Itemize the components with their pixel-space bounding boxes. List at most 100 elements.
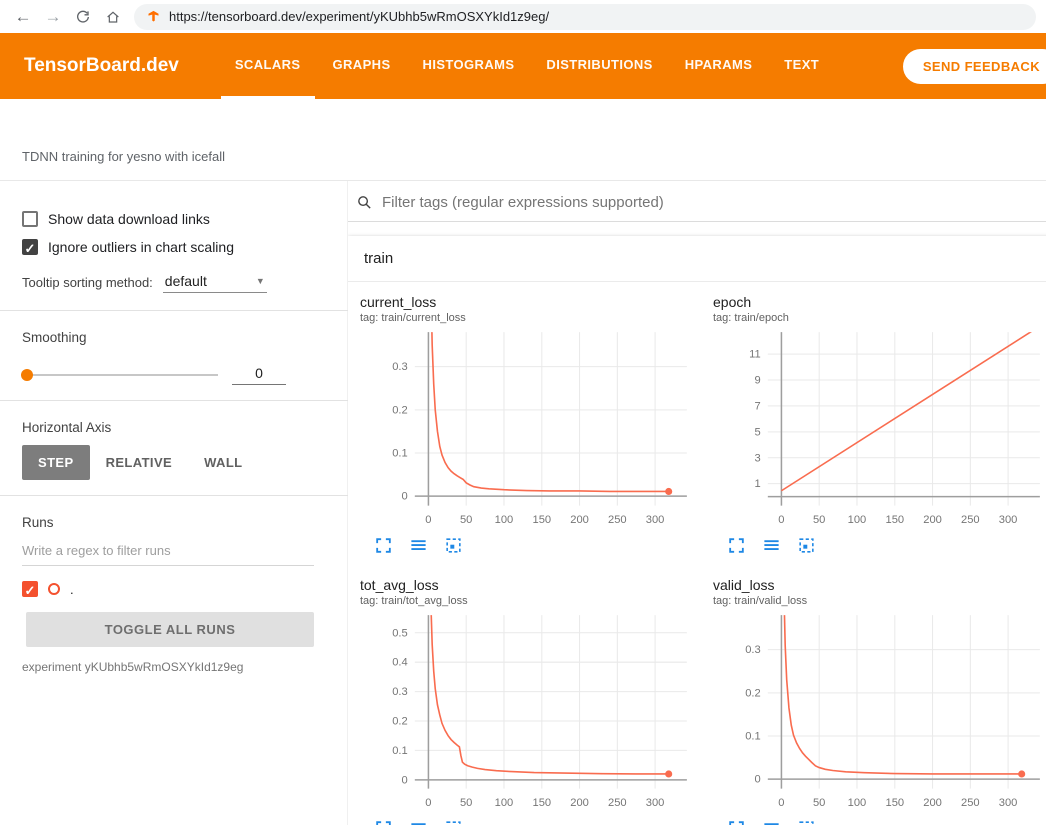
experiment-description-block: TDNN training for yesno with icefall bbox=[0, 99, 1046, 181]
forward-icon[interactable]: → bbox=[40, 4, 66, 30]
svg-text:150: 150 bbox=[533, 514, 552, 526]
chart-title: valid_loss bbox=[713, 577, 1046, 593]
svg-text:3: 3 bbox=[755, 452, 761, 464]
reload-icon[interactable] bbox=[70, 4, 96, 30]
runs-filter-input[interactable] bbox=[22, 536, 314, 566]
svg-text:0.2: 0.2 bbox=[745, 687, 761, 699]
slider-thumb[interactable] bbox=[21, 369, 33, 381]
ignore-outliers-checkbox[interactable] bbox=[22, 239, 38, 255]
svg-text:0.1: 0.1 bbox=[392, 745, 408, 757]
svg-text:5: 5 bbox=[755, 426, 761, 438]
chart-plot[interactable]: 05010015020025030000.10.20.3 bbox=[360, 326, 695, 534]
settings-sidebar: Show data download links Ignore outliers… bbox=[0, 181, 348, 825]
chart-actions bbox=[360, 534, 695, 561]
toggle-all-runs-button[interactable]: TOGGLE ALL RUNS bbox=[26, 612, 314, 647]
tab-hparams[interactable]: HPARAMS bbox=[671, 33, 767, 99]
svg-text:50: 50 bbox=[460, 797, 472, 809]
url-text: https://tensorboard.dev/experiment/yKUbh… bbox=[169, 9, 549, 24]
chart-tag: tag: train/epoch bbox=[713, 312, 1046, 324]
svg-text:100: 100 bbox=[848, 797, 867, 809]
svg-text:150: 150 bbox=[533, 797, 552, 809]
svg-text:0.2: 0.2 bbox=[392, 404, 408, 416]
axis-buttons: STEPRELATIVEWALL bbox=[22, 445, 347, 480]
horizontal-axis-label: Horizontal Axis bbox=[22, 420, 347, 435]
fullscreen-icon[interactable] bbox=[374, 536, 393, 555]
axis-step-button[interactable]: STEP bbox=[22, 445, 90, 480]
run-checkbox[interactable] bbox=[22, 581, 38, 597]
toggle-lines-icon[interactable] bbox=[762, 536, 781, 555]
fit-domain-icon[interactable] bbox=[444, 536, 463, 555]
tag-group-header[interactable]: train bbox=[348, 236, 1046, 282]
svg-text:0.2: 0.2 bbox=[392, 716, 408, 728]
toggle-lines-icon[interactable] bbox=[409, 819, 428, 825]
toggle-lines-icon[interactable] bbox=[762, 819, 781, 825]
show-download-links-checkbox[interactable] bbox=[22, 211, 38, 227]
smoothing-slider[interactable] bbox=[22, 374, 218, 376]
svg-text:100: 100 bbox=[495, 514, 514, 526]
fit-domain-icon[interactable] bbox=[797, 536, 816, 555]
tag-filter-input[interactable] bbox=[382, 194, 1046, 211]
tooltip-sorting-select[interactable]: default ▼ bbox=[163, 271, 267, 293]
svg-text:9: 9 bbox=[755, 375, 761, 387]
home-icon[interactable] bbox=[100, 4, 126, 30]
svg-text:0: 0 bbox=[402, 774, 408, 786]
experiment-description: TDNN training for yesno with icefall bbox=[22, 149, 225, 164]
fullscreen-icon[interactable] bbox=[374, 819, 393, 825]
chart-actions bbox=[713, 534, 1046, 561]
svg-text:200: 200 bbox=[570, 514, 589, 526]
brand-logo[interactable]: TensorBoard.dev bbox=[24, 33, 179, 99]
svg-text:0: 0 bbox=[778, 514, 784, 526]
run-name: . bbox=[70, 582, 74, 597]
axis-relative-button[interactable]: RELATIVE bbox=[90, 445, 189, 480]
fullscreen-icon[interactable] bbox=[727, 536, 746, 555]
scalar-chart-card: current_loss tag: train/current_loss 050… bbox=[360, 294, 695, 561]
fit-domain-icon[interactable] bbox=[797, 819, 816, 825]
scalar-chart-card: tot_avg_loss tag: train/tot_avg_loss 050… bbox=[360, 577, 695, 825]
run-row: . bbox=[22, 576, 347, 602]
svg-text:300: 300 bbox=[999, 514, 1018, 526]
svg-text:250: 250 bbox=[608, 797, 627, 809]
address-bar[interactable]: https://tensorboard.dev/experiment/yKUbh… bbox=[134, 4, 1036, 30]
tab-text[interactable]: TEXT bbox=[770, 33, 833, 99]
chart-plot[interactable]: 0501001502002503001357911 bbox=[713, 326, 1046, 534]
tooltip-sorting-label: Tooltip sorting method: bbox=[22, 275, 153, 290]
divider bbox=[0, 495, 348, 496]
smoothing-value[interactable]: 0 bbox=[232, 365, 286, 385]
chart-tag: tag: train/current_loss bbox=[360, 312, 695, 324]
chevron-down-icon: ▼ bbox=[256, 276, 265, 286]
svg-text:150: 150 bbox=[886, 514, 905, 526]
main-content: train current_loss tag: train/current_lo… bbox=[348, 181, 1046, 825]
svg-text:300: 300 bbox=[646, 514, 665, 526]
smoothing-label: Smoothing bbox=[22, 330, 347, 345]
scalar-chart-card: epoch tag: train/epoch 05010015020025030… bbox=[713, 294, 1046, 561]
svg-text:0.3: 0.3 bbox=[745, 644, 761, 656]
chart-plot[interactable]: 05010015020025030000.10.20.30.40.5 bbox=[360, 609, 695, 817]
tensorboard-favicon-icon bbox=[146, 9, 161, 24]
divider bbox=[0, 400, 348, 401]
svg-text:0: 0 bbox=[755, 774, 761, 786]
svg-text:0: 0 bbox=[402, 491, 408, 503]
svg-text:0.3: 0.3 bbox=[392, 686, 408, 698]
svg-text:300: 300 bbox=[646, 797, 665, 809]
divider bbox=[0, 310, 348, 311]
svg-text:0: 0 bbox=[425, 797, 431, 809]
tab-histograms[interactable]: HISTOGRAMS bbox=[409, 33, 529, 99]
svg-text:50: 50 bbox=[813, 514, 825, 526]
tab-scalars[interactable]: SCALARS bbox=[221, 33, 315, 99]
fit-domain-icon[interactable] bbox=[444, 819, 463, 825]
tab-graphs[interactable]: GRAPHS bbox=[319, 33, 405, 99]
tab-distributions[interactable]: DISTRIBUTIONS bbox=[532, 33, 666, 99]
toggle-lines-icon[interactable] bbox=[409, 536, 428, 555]
nav-tabs: SCALARSGRAPHSHISTOGRAMSDISTRIBUTIONSHPAR… bbox=[221, 33, 833, 99]
svg-text:200: 200 bbox=[570, 797, 589, 809]
svg-text:11: 11 bbox=[749, 349, 761, 361]
fullscreen-icon[interactable] bbox=[727, 819, 746, 825]
send-feedback-button[interactable]: SEND FEEDBACK bbox=[903, 49, 1046, 84]
chart-plot[interactable]: 05010015020025030000.10.20.3 bbox=[713, 609, 1046, 817]
svg-text:100: 100 bbox=[495, 797, 514, 809]
svg-text:0.5: 0.5 bbox=[392, 627, 408, 639]
axis-wall-button[interactable]: WALL bbox=[188, 445, 258, 480]
tag-filter-row bbox=[348, 187, 1046, 222]
svg-text:300: 300 bbox=[999, 797, 1018, 809]
back-icon[interactable]: ← bbox=[10, 4, 36, 30]
